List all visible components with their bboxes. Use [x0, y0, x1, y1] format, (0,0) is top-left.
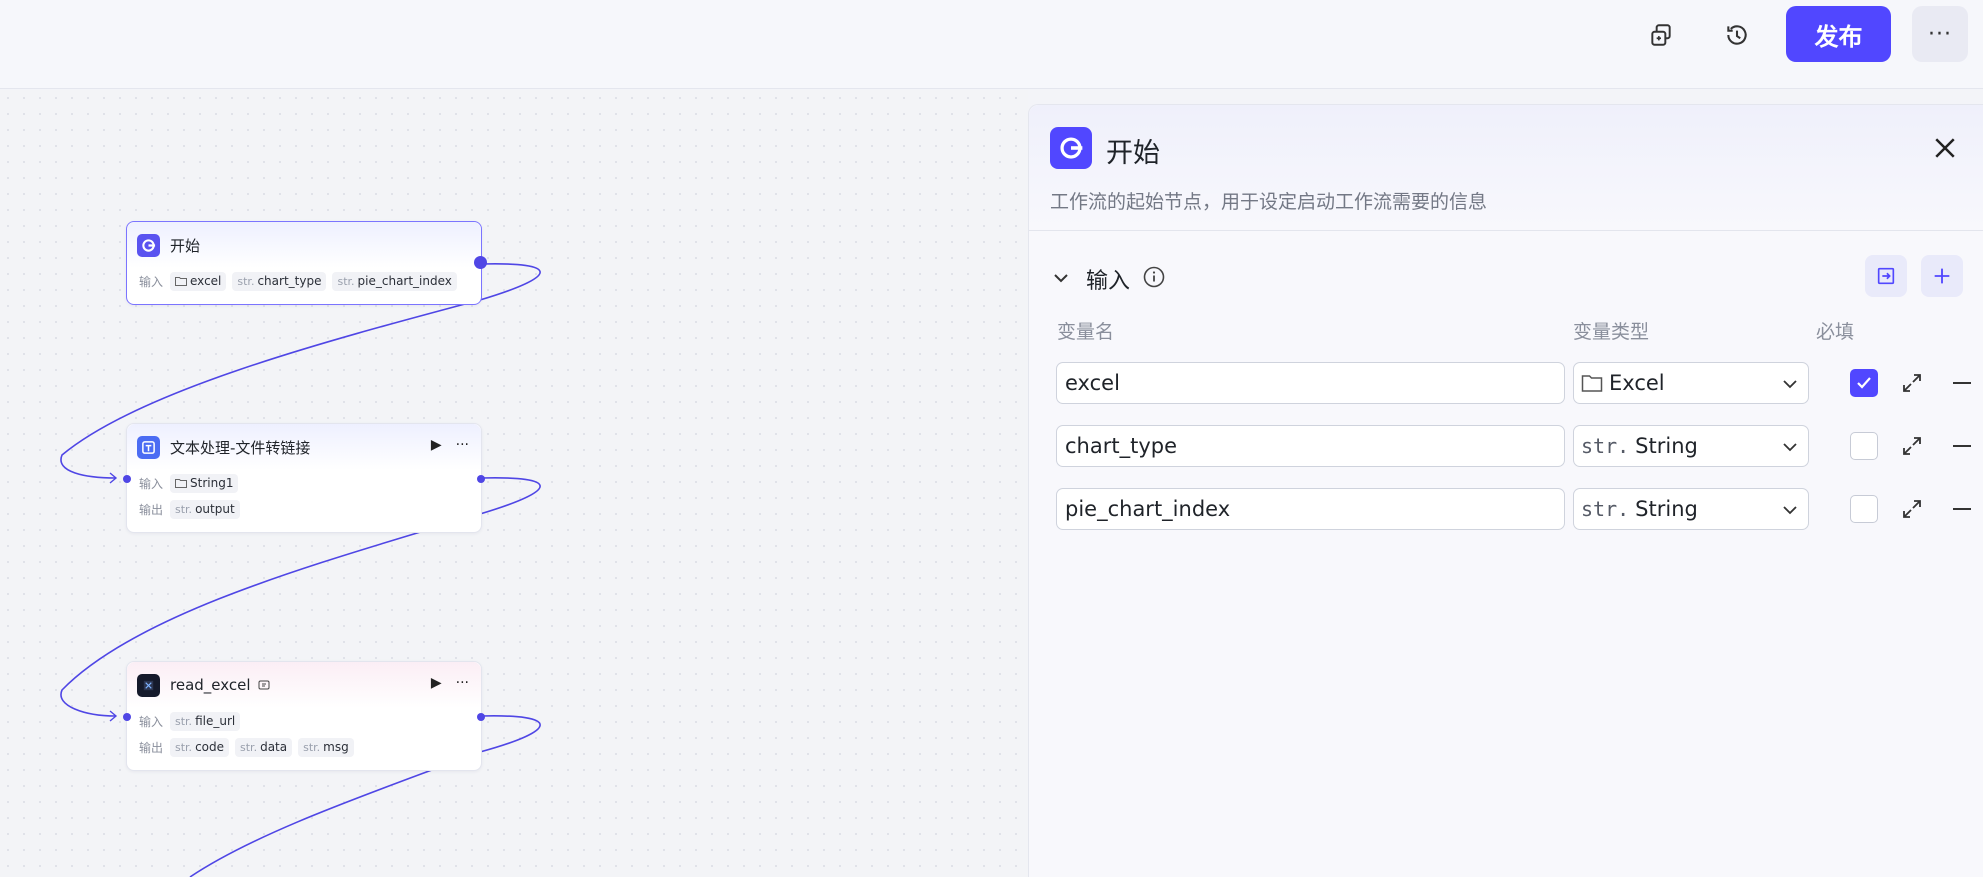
- copy-button[interactable]: [1636, 14, 1686, 56]
- chevron-down-icon: [1783, 443, 1797, 452]
- remove-variable-button[interactable]: [1953, 508, 1971, 510]
- input-port[interactable]: [123, 713, 131, 721]
- top-bar: 发布 ···: [0, 0, 1983, 89]
- chevron-down-icon: [1783, 380, 1797, 389]
- node-output-row: 输出 str. output: [127, 496, 481, 522]
- remove-variable-button[interactable]: [1953, 445, 1971, 447]
- column-header-name: 变量名: [1057, 321, 1115, 343]
- type-prefix: str.: [1581, 497, 1630, 521]
- variable-type-label: Excel: [1609, 371, 1665, 395]
- node-actions: ▶ ···: [431, 675, 469, 691]
- panel-header: 开始 工作流的起始节点，用于设定启动工作流需要的信息: [1029, 105, 1983, 231]
- node-text-process[interactable]: 文本处理-文件转链接 ▶ ··· 输入 String1 输出 str. outpu…: [123, 423, 485, 533]
- expand-icon[interactable]: [1900, 371, 1924, 395]
- node-start[interactable]: 开始 输入 excel str. chart_type str. pie_chart…: [126, 221, 487, 305]
- node-title: read_excel: [170, 676, 251, 694]
- output-port[interactable]: [474, 256, 487, 269]
- plugin-icon: [137, 673, 160, 697]
- remove-variable-button[interactable]: [1953, 382, 1971, 384]
- node-read-excel[interactable]: read_excel ▶ ··· 输入 str. file_url 输出 str.…: [123, 661, 485, 771]
- input-section-header: 输入: [1029, 255, 1983, 301]
- output-label: 输出: [139, 502, 164, 517]
- run-icon[interactable]: ▶: [431, 437, 442, 453]
- type-prefix: str.: [1581, 434, 1630, 458]
- node-header: read_excel: [127, 662, 481, 708]
- required-checkbox[interactable]: [1850, 495, 1878, 523]
- run-icon[interactable]: ▶: [431, 675, 442, 691]
- param-tag: str. code: [170, 737, 230, 757]
- node-input-row: 输入 str. file_url: [127, 708, 481, 734]
- panel-description: 工作流的起始节点，用于设定启动工作流需要的信息: [1050, 191, 1488, 213]
- input-label: 输入: [139, 274, 164, 289]
- param-tag: excel: [170, 271, 227, 291]
- more-icon[interactable]: ···: [456, 675, 469, 691]
- input-port[interactable]: [123, 475, 131, 483]
- node-header: 开始: [127, 222, 481, 268]
- variable-type-label: String: [1635, 497, 1698, 521]
- param-tag: str. pie_chart_index: [332, 271, 457, 291]
- chevron-down-icon[interactable]: [1051, 268, 1071, 288]
- import-icon: [1877, 267, 1895, 285]
- more-icon[interactable]: ···: [456, 437, 469, 453]
- plugin-badge-icon: [258, 680, 270, 690]
- variable-type-label: String: [1635, 434, 1698, 458]
- output-port[interactable]: [477, 475, 485, 483]
- expand-icon[interactable]: [1900, 497, 1924, 521]
- copy-icon: [1651, 24, 1671, 46]
- chevron-down-icon: [1783, 506, 1797, 515]
- required-checkbox[interactable]: [1850, 369, 1878, 397]
- node-actions: ▶ ···: [431, 437, 469, 453]
- param-tag: str. chart_type: [232, 271, 327, 291]
- variable-row: excel Excel: [1056, 362, 1976, 406]
- variable-type-select[interactable]: Excel: [1573, 362, 1809, 404]
- more-menu-button[interactable]: ···: [1912, 6, 1968, 62]
- text-process-icon: [137, 435, 160, 459]
- close-icon[interactable]: [1930, 133, 1960, 163]
- check-icon: [1857, 377, 1871, 389]
- variable-name-input[interactable]: pie_chart_index: [1056, 488, 1565, 530]
- workflow-canvas[interactable]: 开始 输入 excel str. chart_type str. pie_chart…: [0, 90, 1028, 877]
- node-input-row: 输入 String1: [127, 470, 481, 496]
- folder-icon: [1581, 375, 1603, 392]
- publish-button[interactable]: 发布: [1786, 6, 1891, 62]
- start-icon: [137, 233, 160, 257]
- variable-name-input[interactable]: excel: [1056, 362, 1565, 404]
- start-icon: [1050, 127, 1092, 169]
- node-title: 文本处理-文件转链接: [170, 438, 311, 457]
- folder-icon: [175, 277, 187, 286]
- variable-type-select[interactable]: str. String: [1573, 488, 1809, 530]
- column-header-required: 必填: [1816, 321, 1855, 343]
- node-config-panel: 开始 工作流的起始节点，用于设定启动工作流需要的信息 输入 变量名 变量类型 必…: [1028, 104, 1983, 877]
- required-checkbox[interactable]: [1850, 432, 1878, 460]
- column-header-type: 变量类型: [1573, 321, 1650, 343]
- expand-icon[interactable]: [1900, 434, 1924, 458]
- param-tag: str. output: [170, 499, 240, 519]
- plus-icon: [1934, 268, 1950, 284]
- output-port[interactable]: [477, 713, 485, 721]
- node-header: 文本处理-文件转链接: [127, 424, 481, 470]
- history-button[interactable]: [1712, 14, 1762, 56]
- variable-row: pie_chart_index str. String: [1056, 488, 1976, 532]
- history-icon: [1727, 25, 1747, 45]
- import-button[interactable]: [1865, 255, 1907, 297]
- panel-title: 开始: [1106, 138, 1160, 169]
- param-tag: str. msg: [298, 737, 354, 757]
- variable-row: chart_type str. String: [1056, 425, 1976, 469]
- add-variable-button[interactable]: [1921, 255, 1963, 297]
- folder-icon: [175, 479, 187, 488]
- input-label: 输入: [139, 714, 164, 729]
- variable-type-select[interactable]: str. String: [1573, 425, 1809, 467]
- node-title: 开始: [170, 236, 201, 255]
- param-tag: String1: [170, 473, 239, 493]
- variable-name-input[interactable]: chart_type: [1056, 425, 1565, 467]
- node-output-row: 输出 str. code str. data str. msg: [127, 734, 481, 760]
- section-title: 输入: [1086, 269, 1131, 294]
- param-tag: str. data: [235, 737, 293, 757]
- info-icon[interactable]: [1142, 265, 1166, 289]
- output-label: 输出: [139, 740, 164, 755]
- param-tag: str. file_url: [170, 711, 241, 731]
- node-input-row: 输入 excel str. chart_type str. pie_chart_in…: [127, 268, 481, 294]
- input-label: 输入: [139, 476, 164, 491]
